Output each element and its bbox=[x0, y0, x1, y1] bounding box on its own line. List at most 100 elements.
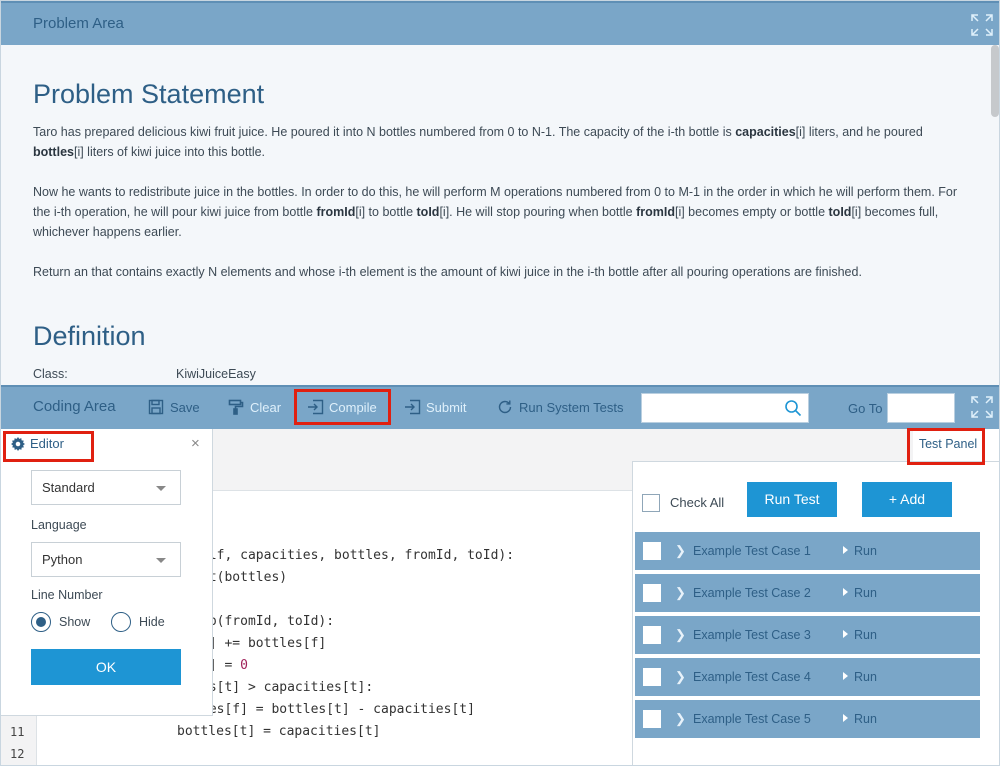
chevron-right-icon[interactable]: ❯ bbox=[675, 627, 686, 643]
run-test-button[interactable]: Run Test bbox=[747, 482, 837, 517]
test-case-name: Example Test Case 3 bbox=[693, 628, 811, 642]
language-label: Language bbox=[31, 518, 87, 532]
run-test-case-button[interactable]: Run bbox=[843, 586, 877, 600]
test-case-name: Example Test Case 5 bbox=[693, 712, 811, 726]
goto-input[interactable] bbox=[887, 393, 955, 423]
test-case-checkbox[interactable] bbox=[643, 710, 661, 728]
editor-settings-panel: Editor × Standard Language Python Line N… bbox=[1, 429, 213, 716]
chevron-right-icon[interactable]: ❯ bbox=[675, 585, 686, 601]
run-label: Run bbox=[854, 670, 877, 684]
test-panel-highlight-box bbox=[907, 428, 985, 465]
search-input[interactable] bbox=[642, 394, 782, 422]
expand-icon[interactable] bbox=[970, 13, 994, 37]
hide-label: Hide bbox=[139, 615, 165, 629]
class-label: Class: bbox=[33, 367, 68, 381]
play-icon bbox=[843, 714, 848, 722]
line-number-label: Line Number bbox=[31, 588, 103, 602]
code-line: bottles[t] = capacities[t] bbox=[177, 724, 381, 739]
radio-circle[interactable] bbox=[111, 612, 131, 632]
code-line: es[t] > capacities[t]: bbox=[201, 680, 374, 695]
test-case-row[interactable]: ❯ Example Test Case 1 Run bbox=[635, 532, 980, 572]
check-all-checkbox[interactable] bbox=[642, 494, 660, 512]
theme-value: Standard bbox=[42, 480, 95, 495]
search-icon[interactable] bbox=[784, 399, 802, 422]
test-case-checkbox[interactable] bbox=[643, 584, 661, 602]
hide-radio[interactable]: Hide bbox=[111, 612, 165, 632]
radio-selected-dot bbox=[36, 617, 46, 627]
problem-area-title: Problem Area bbox=[33, 15, 124, 32]
add-test-button[interactable]: + Add bbox=[862, 482, 952, 517]
problem-paragraph-2: Now he wants to redistribute juice in th… bbox=[33, 185, 958, 239]
test-case-row[interactable]: ❯ Example Test Case 4 Run bbox=[635, 658, 980, 698]
submit-icon bbox=[403, 398, 421, 416]
test-panel: Check All Run Test + Add ❯ Example Test … bbox=[632, 461, 999, 765]
run-label: Run bbox=[854, 628, 877, 642]
code-line: st(bottles) bbox=[201, 570, 288, 585]
theme-select[interactable]: Standard bbox=[31, 470, 181, 505]
chevron-down-icon bbox=[156, 486, 166, 491]
test-case-name: Example Test Case 1 bbox=[693, 544, 811, 558]
test-case-checkbox[interactable] bbox=[643, 626, 661, 644]
language-select[interactable]: Python bbox=[31, 542, 181, 577]
submit-label: Submit bbox=[426, 399, 467, 415]
expand-icon[interactable] bbox=[970, 395, 994, 419]
run-system-tests-button[interactable]: Run System Tests bbox=[496, 387, 624, 427]
app-window: Problem Area Problem Statement Taro has … bbox=[0, 0, 1000, 766]
submit-button[interactable]: Submit bbox=[403, 387, 466, 427]
coding-area-toolbar: Coding Area Save Clear Compile Submit Ru… bbox=[1, 385, 999, 429]
line-number: 11 bbox=[10, 725, 25, 739]
run-test-case-button[interactable]: Run bbox=[843, 670, 877, 684]
run-system-tests-label: Run System Tests bbox=[519, 399, 624, 415]
chevron-right-icon[interactable]: ❯ bbox=[675, 711, 686, 727]
show-radio[interactable]: Show bbox=[31, 612, 90, 632]
problem-area-header: Problem Area bbox=[1, 1, 999, 45]
clear-label: Clear bbox=[250, 399, 282, 415]
clear-button[interactable]: Clear bbox=[227, 387, 281, 427]
play-icon bbox=[843, 546, 848, 554]
test-case-name: Example Test Case 4 bbox=[693, 670, 811, 684]
search-field[interactable] bbox=[641, 393, 809, 423]
run-label: Run bbox=[854, 544, 877, 558]
chevron-right-icon[interactable]: ❯ bbox=[675, 669, 686, 685]
problem-paragraph-1: Taro has prepared delicious kiwi fruit j… bbox=[33, 125, 923, 159]
ok-button[interactable]: OK bbox=[31, 649, 181, 685]
show-label: Show bbox=[59, 615, 91, 629]
run-label: Run bbox=[854, 586, 877, 600]
goto-label: Go To bbox=[848, 401, 883, 416]
test-case-row[interactable]: ❯ Example Test Case 3 Run bbox=[635, 616, 980, 656]
play-icon bbox=[843, 672, 848, 680]
run-test-case-button[interactable]: Run bbox=[843, 628, 877, 642]
problem-paragraph-3: Return an that contains exactly N elemen… bbox=[33, 265, 862, 279]
save-button[interactable]: Save bbox=[147, 387, 200, 427]
save-label: Save bbox=[170, 399, 200, 415]
definition-class-row: Class: KiwiJuiceEasy bbox=[33, 367, 256, 381]
test-case-checkbox[interactable] bbox=[643, 668, 661, 686]
test-case-row[interactable]: ❯ Example Test Case 5 Run bbox=[635, 700, 980, 740]
test-case-checkbox[interactable] bbox=[643, 542, 661, 560]
code-line: t] += bottles[f] bbox=[201, 636, 327, 651]
line-number: 12 bbox=[10, 747, 25, 761]
problem-statement-heading: Problem Statement bbox=[33, 79, 265, 109]
run-test-case-button[interactable]: Run bbox=[843, 544, 877, 558]
paint-roller-icon bbox=[227, 398, 245, 416]
coding-area-title: Coding Area bbox=[33, 398, 116, 415]
definition-heading: Definition bbox=[33, 321, 146, 351]
class-value: KiwiJuiceEasy bbox=[176, 367, 256, 381]
play-icon bbox=[843, 630, 848, 638]
run-label: Run bbox=[854, 712, 877, 726]
test-case-row[interactable]: ❯ Example Test Case 2 Run bbox=[635, 574, 980, 614]
editor-highlight-box bbox=[3, 431, 94, 462]
run-test-case-button[interactable]: Run bbox=[843, 712, 877, 726]
problem-area-body: Problem Statement Taro has prepared deli… bbox=[1, 45, 999, 385]
play-icon bbox=[843, 588, 848, 596]
scrollbar[interactable] bbox=[991, 45, 999, 117]
close-icon[interactable]: × bbox=[191, 435, 200, 452]
test-case-name: Example Test Case 2 bbox=[693, 586, 811, 600]
check-all-label: Check All bbox=[670, 495, 725, 510]
chevron-right-icon[interactable]: ❯ bbox=[675, 543, 686, 559]
save-icon bbox=[147, 398, 165, 416]
code-line: les[f] = bottles[t] - capacities[t] bbox=[201, 702, 475, 717]
radio-circle[interactable] bbox=[31, 612, 51, 632]
language-value: Python bbox=[42, 552, 83, 567]
code-line: elf, capacities, bottles, fromId, toId): bbox=[201, 548, 515, 563]
